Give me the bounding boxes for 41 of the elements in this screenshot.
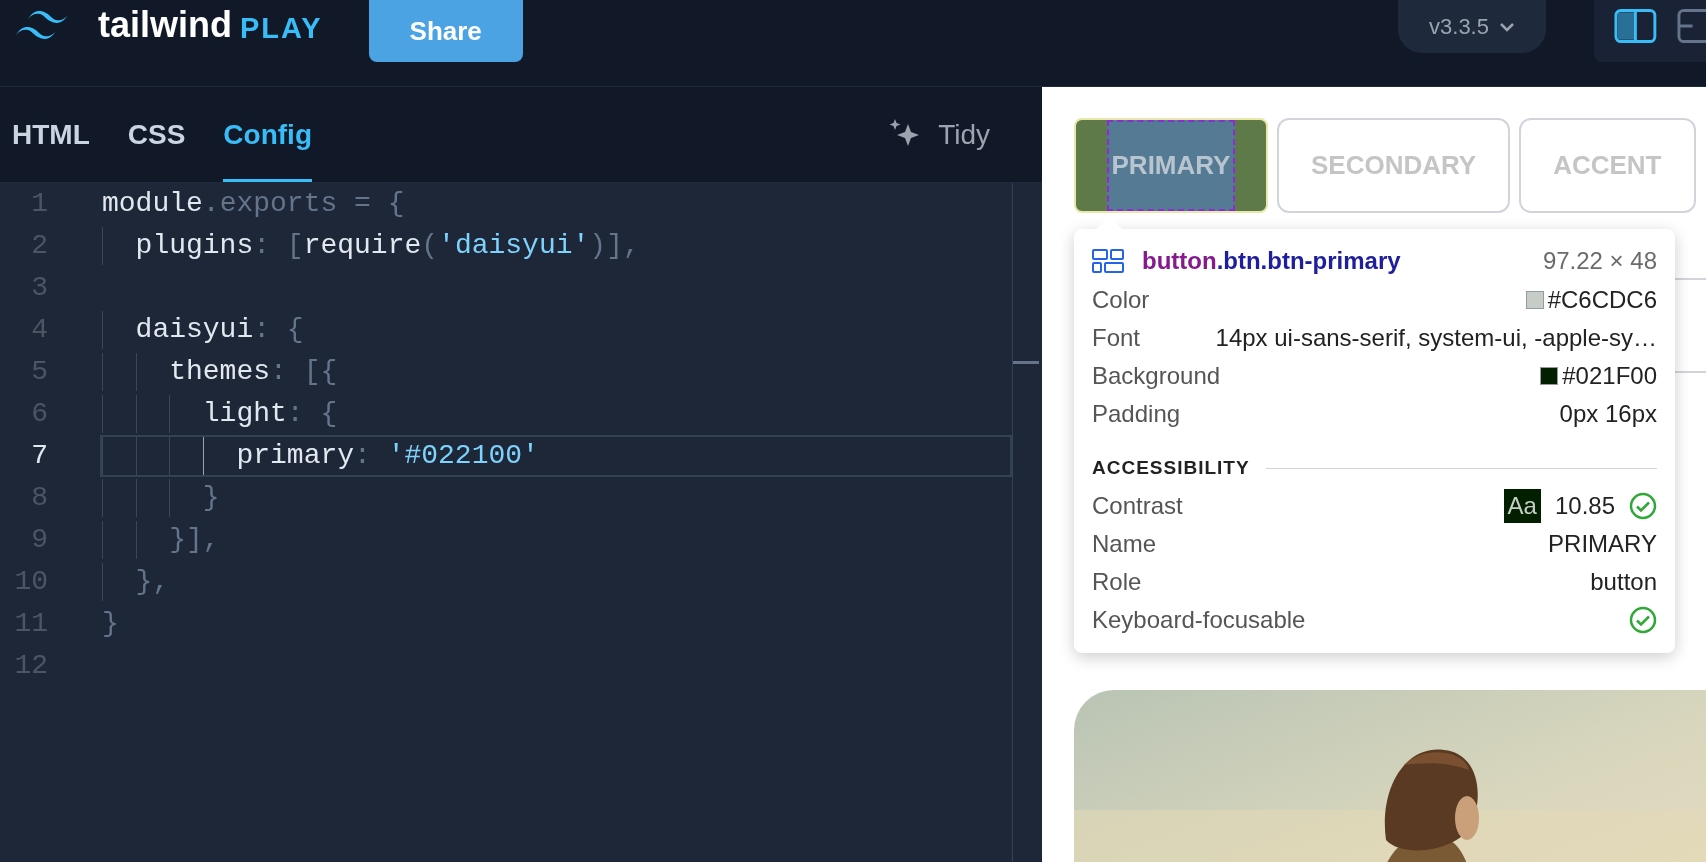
editor-tab[interactable]: CSS (127, 87, 186, 182)
code-line: primary: '#022100' (235, 439, 539, 473)
property-value: PRIMARY (1548, 529, 1657, 559)
logo-play-label: PLAY (240, 13, 323, 43)
property-value: 14px ui-sans-serif, system-ui, -apple-sy… (1215, 323, 1657, 353)
layout-grid-icon (1092, 249, 1124, 273)
code-line: plugins: [require('daisyui')], (134, 229, 640, 263)
property-name: Contrast (1092, 491, 1183, 521)
chevron-down-icon (1498, 21, 1515, 32)
contrast-sample: Aa (1503, 489, 1541, 523)
code-line: }], (168, 523, 220, 557)
code-line: light: { (201, 397, 338, 431)
property-name: Keyboard-focusable (1092, 605, 1306, 635)
element-selector: button.btn.btn-primary (1142, 246, 1401, 276)
editor-tab[interactable]: HTML (12, 87, 90, 182)
tidy-button[interactable]: Tidy (888, 113, 990, 156)
property-value: 0px 16px (1559, 399, 1657, 429)
code-line: } (102, 607, 119, 641)
version-select[interactable]: v3.3.5 (1398, 0, 1546, 53)
scrollbar-thumb[interactable] (1013, 361, 1039, 364)
code-line: }, (134, 565, 170, 599)
code-line: daisyui: { (134, 313, 304, 347)
property-value: button (1590, 567, 1657, 597)
property-value: #021F00 (1562, 361, 1657, 391)
section-heading: ACCESSIBILITY (1092, 455, 1250, 480)
property-value: #C6CDC6 (1547, 285, 1657, 315)
line-number: 7 (30, 439, 48, 473)
split-layout-icon[interactable] (1614, 8, 1657, 44)
layout-icon[interactable] (1676, 8, 1706, 44)
property-name: Name (1092, 529, 1157, 559)
property-name: Font (1092, 323, 1141, 353)
property-name: Color (1092, 285, 1150, 315)
property-name: Padding (1092, 399, 1181, 429)
logo-wordmark: tailwind (98, 7, 232, 43)
property-value: 10.85 (1554, 491, 1615, 521)
property-name: Role (1092, 567, 1142, 597)
code-line: themes: [{ (168, 355, 338, 389)
element-size: 97.22 × 48 (1542, 246, 1657, 276)
code-line: } (201, 481, 220, 515)
property-name: Background (1092, 361, 1221, 391)
code-line: module.exports = { (102, 187, 405, 221)
